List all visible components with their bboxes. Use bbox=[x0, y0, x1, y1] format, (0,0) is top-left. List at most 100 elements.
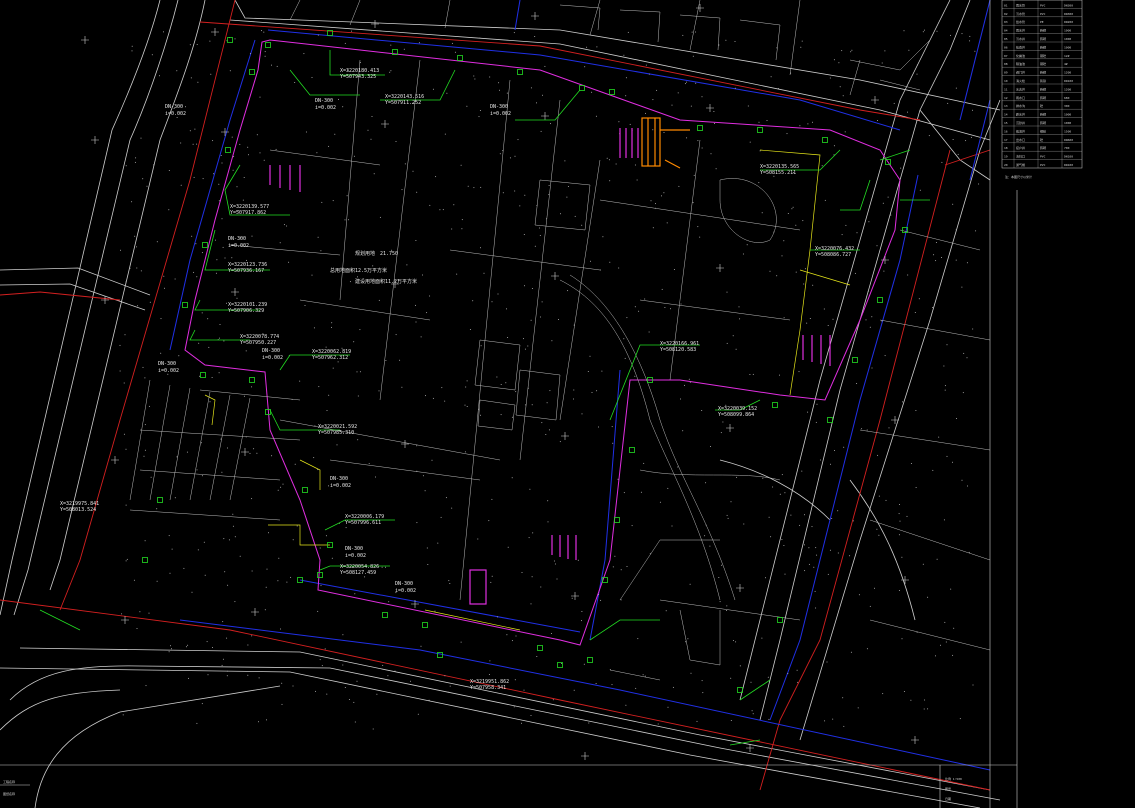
legend-cell: PE bbox=[1040, 20, 1044, 24]
vegetation-dot bbox=[824, 720, 826, 722]
vegetation-dot bbox=[833, 59, 835, 61]
coordinate-y-label: Y=508127.459 bbox=[340, 570, 376, 576]
vegetation-dot bbox=[266, 568, 268, 570]
vegetation-dot bbox=[376, 693, 378, 695]
vegetation-dot bbox=[978, 183, 980, 185]
vegetation-dot bbox=[790, 72, 792, 74]
vegetation-dot bbox=[387, 675, 389, 677]
vegetation-dot bbox=[664, 307, 666, 308]
vegetation-dot bbox=[168, 209, 170, 211]
vegetation-dot bbox=[136, 246, 138, 248]
vegetation-dot bbox=[176, 117, 178, 118]
vegetation-dot bbox=[201, 312, 203, 314]
pipe-slope-label: i=0.002 bbox=[158, 368, 179, 374]
vegetation-dot bbox=[887, 196, 889, 198]
vegetation-dot bbox=[947, 102, 949, 104]
vegetation-dot bbox=[726, 610, 728, 611]
vegetation-dot bbox=[442, 209, 444, 211]
vegetation-dot bbox=[453, 204, 455, 206]
vegetation-dot bbox=[663, 192, 665, 194]
vegetation-dot bbox=[448, 580, 450, 582]
vegetation-dot bbox=[483, 272, 485, 274]
vegetation-dot bbox=[277, 580, 279, 582]
vegetation-dot bbox=[460, 164, 462, 166]
vegetation-dot bbox=[816, 554, 818, 556]
vegetation-dot bbox=[940, 644, 941, 646]
vegetation-dot bbox=[422, 475, 424, 477]
vegetation-dot bbox=[226, 675, 228, 677]
drawing-background bbox=[0, 0, 1135, 808]
vegetation-dot bbox=[943, 365, 945, 367]
vegetation-dot bbox=[784, 492, 786, 494]
vegetation-dot bbox=[584, 66, 586, 68]
vegetation-dot bbox=[845, 224, 847, 226]
vegetation-dot bbox=[650, 200, 652, 202]
vegetation-dot bbox=[432, 397, 434, 399]
vegetation-dot bbox=[432, 88, 434, 90]
vegetation-dot bbox=[705, 524, 707, 526]
pipe-size-label: DN-300 bbox=[315, 98, 333, 104]
vegetation-dot bbox=[640, 491, 642, 493]
vegetation-dot bbox=[404, 163, 406, 165]
legend-cell: PVC bbox=[1040, 155, 1046, 159]
vegetation-dot bbox=[935, 655, 936, 657]
vegetation-dot bbox=[474, 78, 476, 80]
vegetation-dot bbox=[849, 555, 851, 557]
vegetation-dot bbox=[149, 301, 151, 303]
vegetation-dot bbox=[202, 178, 204, 180]
legend-cell: 出水口 bbox=[1016, 137, 1025, 142]
vegetation-dot bbox=[530, 87, 532, 89]
vegetation-dot bbox=[751, 710, 753, 712]
vegetation-dot bbox=[915, 410, 917, 411]
vegetation-dot bbox=[144, 377, 146, 379]
vegetation-dot bbox=[381, 566, 383, 568]
cad-drawing-canvas[interactable]: X=3220180.413Y=507943.325X=3220143.516Y=… bbox=[0, 0, 1135, 808]
vegetation-dot bbox=[232, 513, 234, 515]
vegetation-dot bbox=[567, 290, 569, 292]
vegetation-dot bbox=[696, 720, 698, 722]
vegetation-dot bbox=[261, 30, 262, 32]
vegetation-dot bbox=[311, 77, 313, 78]
vegetation-dot bbox=[620, 599, 622, 601]
vegetation-dot bbox=[294, 463, 296, 465]
vegetation-dot bbox=[933, 254, 935, 256]
vegetation-dot bbox=[924, 699, 926, 701]
vegetation-dot bbox=[812, 121, 813, 123]
vegetation-dot bbox=[514, 679, 516, 681]
vegetation-dot bbox=[554, 563, 556, 565]
vegetation-dot bbox=[416, 191, 418, 193]
vegetation-dot bbox=[695, 31, 696, 33]
legend-cell: 砖砌 bbox=[1040, 36, 1046, 41]
vegetation-dot bbox=[303, 53, 305, 55]
vegetation-dot bbox=[790, 514, 792, 516]
vegetation-dot bbox=[226, 637, 228, 639]
vegetation-dot bbox=[140, 137, 142, 139]
vegetation-dot bbox=[726, 605, 728, 607]
vegetation-dot bbox=[667, 487, 669, 489]
legend-cell: 化粪池 bbox=[1016, 53, 1025, 58]
vegetation-dot bbox=[596, 46, 598, 48]
vegetation-dot bbox=[194, 128, 196, 130]
vegetation-dot bbox=[844, 131, 846, 133]
vegetation-dot bbox=[480, 247, 481, 249]
vegetation-dot bbox=[732, 640, 734, 641]
vegetation-dot bbox=[801, 470, 803, 472]
vegetation-dot bbox=[213, 173, 215, 175]
vegetation-dot bbox=[969, 40, 971, 42]
vegetation-dot bbox=[328, 394, 330, 396]
vegetation-dot bbox=[832, 318, 834, 320]
vegetation-dot bbox=[336, 444, 338, 446]
vegetation-dot bbox=[548, 429, 550, 431]
vegetation-dot bbox=[967, 485, 968, 487]
vegetation-dot bbox=[325, 535, 327, 537]
pipe-slope-label: i=0.002 bbox=[330, 483, 351, 489]
vegetation-dot bbox=[699, 236, 701, 238]
legend-cell: 1200 bbox=[1064, 87, 1071, 91]
coordinate-y-label: Y=508013.524 bbox=[60, 507, 96, 513]
vegetation-dot bbox=[642, 674, 644, 676]
vegetation-dot bbox=[197, 81, 199, 83]
coordinate-y-label: Y=507936.167 bbox=[228, 268, 264, 274]
vegetation-dot bbox=[332, 200, 334, 202]
vegetation-dot bbox=[682, 34, 684, 36]
vegetation-dot bbox=[843, 446, 845, 448]
